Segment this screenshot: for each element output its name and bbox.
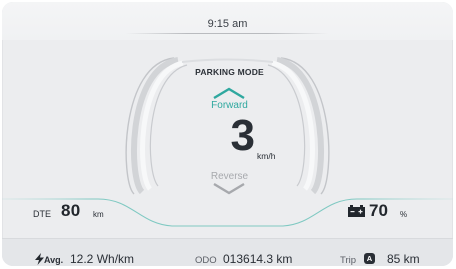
drive-mode-title: PARKING MODE (195, 67, 264, 77)
bolt-icon (35, 253, 44, 265)
dte-label: DTE (33, 209, 51, 219)
trip-value: 85 km (387, 252, 420, 266)
battery-percent-value: 70 (369, 201, 388, 220)
avg-consumption-value: 12.2 Wh/km (70, 252, 135, 266)
dte-unit: km (93, 210, 104, 219)
trip-label: Trip (340, 255, 357, 266)
speed-value: 3 (230, 111, 255, 160)
reverse-label: Reverse (210, 171, 249, 182)
reverse-arrow-icon (213, 182, 245, 195)
odometer-label: ODO (195, 255, 217, 266)
odometer-value: 013614.3 km (223, 252, 293, 266)
battery-icon (348, 205, 365, 217)
avg-consumption-label: Avg. (44, 255, 64, 265)
forward-arrow-icon (213, 87, 245, 100)
dte-value: 80 (61, 201, 81, 220)
instrument-cluster: 9:15 am PARKING MODE Forward 3 km/h Reve… (2, 2, 453, 266)
forward-label: Forward (211, 100, 248, 111)
trip-a-badge: A (364, 253, 375, 264)
speed-unit: km/h (257, 151, 276, 161)
battery-percent-unit: % (400, 210, 408, 219)
